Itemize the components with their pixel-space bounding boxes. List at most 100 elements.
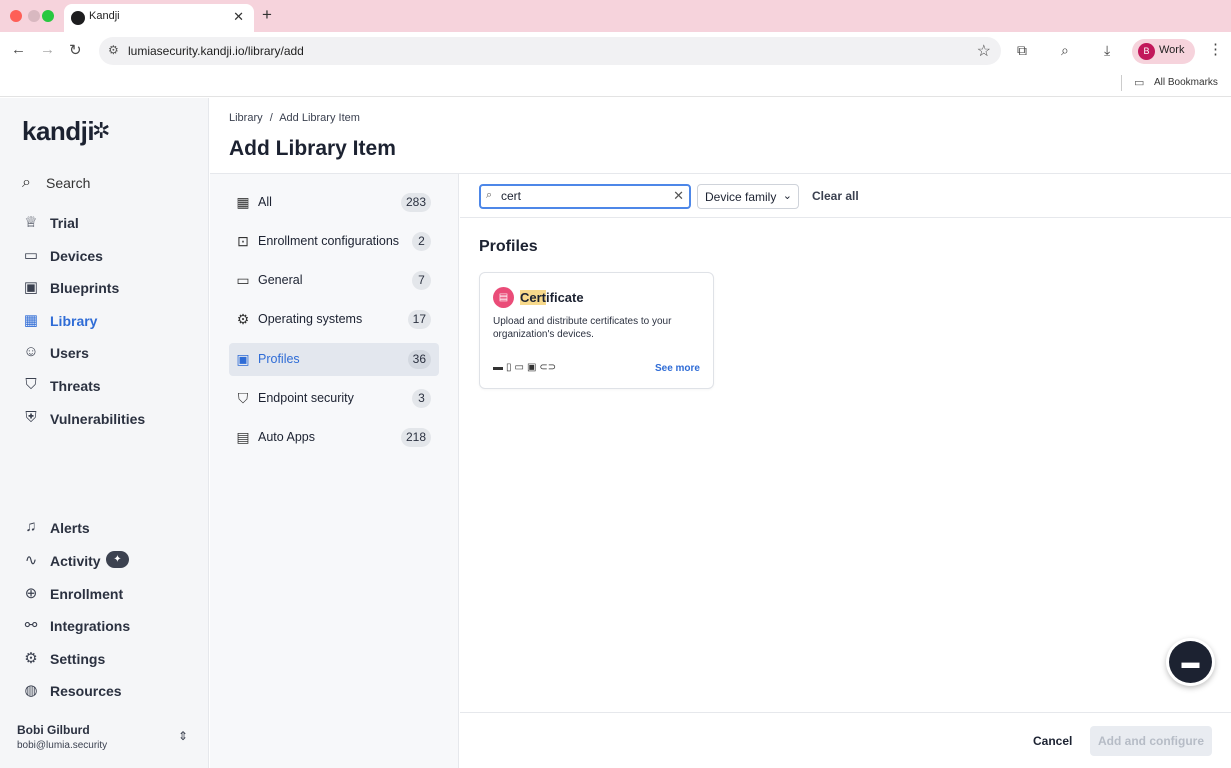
category-label: All [258,195,272,209]
sidebar-item-integrations[interactable]: ⚯ Integrations [22,616,202,638]
filter-bar: ⌕ ✕ Device family ⌄ Clear all [460,174,1231,218]
vision-icon: ⊂⊃ [539,362,557,373]
sidebar-item-enrollment[interactable]: ⊕ Enrollment [22,584,202,606]
sidebar-item-threats[interactable]: ⛉ Threats [22,376,202,398]
apps-icon: ▤ [236,429,250,445]
see-more-link[interactable]: See more [655,363,700,374]
category-auto-apps[interactable]: ▤ Auto Apps 218 [229,421,439,454]
sidebar-item-label: Trial [50,215,79,231]
kandji-logo[interactable]: kandji [22,116,95,147]
sidebar-search-label: Search [46,175,91,191]
sidebar-item-trial[interactable]: ♕ Trial [22,213,202,235]
forward-icon[interactable]: → [40,41,55,58]
search-icon: ⌕ [22,174,31,191]
chevron-down-icon: ⌄ [782,190,792,202]
category-enrollment-configurations[interactable]: ⊡ Enrollment configurations 2 [229,225,439,258]
device-family-label: Device family [705,190,777,204]
profile-avatar: B [1138,43,1155,60]
extensions-icon[interactable]: ⧉ [1017,42,1027,59]
category-profiles[interactable]: ▣ Profiles 36 [229,343,439,376]
sidebar-item-label: Users [50,345,89,361]
category-count: 7 [412,271,431,290]
user-name[interactable]: Bobi Gilburd [17,723,90,737]
sidebar-item-label: Devices [50,248,103,264]
device-family-icons: ▬ ▯ ▭ ▣ ⊂⊃ [493,362,559,373]
close-window-button[interactable] [10,10,22,22]
search-highlight: Cert [520,290,547,305]
tab-search-icon[interactable]: ⌕ [1061,42,1069,59]
cancel-button[interactable]: Cancel [1033,734,1072,748]
blueprint-icon: ▣ [23,279,39,296]
category-endpoint-security[interactable]: ⛉ Endpoint security 3 [229,382,439,415]
library-search-input[interactable] [501,189,666,203]
sidebar-item-settings[interactable]: ⚙ Settings [22,649,202,671]
maximize-window-button[interactable] [42,10,54,22]
category-all[interactable]: ▦ All 283 [229,186,439,219]
certificate-card[interactable]: ▤ Certificate Upload and distribute cert… [479,272,714,389]
chevron-updown-icon[interactable]: ⇕ [178,729,188,743]
profile-button[interactable]: B Work [1132,39,1195,64]
os-icon: ⚙ [236,311,250,327]
sidebar-item-vulnerabilities[interactable]: ⛨ Vulnerabilities [22,409,202,431]
page-title: Add Library Item [229,137,396,160]
breadcrumb-library-link[interactable]: Library [229,112,263,124]
site-settings-icon[interactable]: ⚙ [108,43,119,57]
minimize-window-button[interactable] [28,10,40,22]
sidebar-item-resources[interactable]: ◍ Resources [22,681,202,703]
category-count: 2 [412,232,431,251]
category-operating-systems[interactable]: ⚙ Operating systems 17 [229,303,439,336]
share-nodes-icon: ⚯ [24,617,38,634]
clear-search-icon[interactable]: ✕ [673,188,684,204]
address-url: lumiasecurity.kandji.io/library/add [128,44,304,58]
sidebar-item-library[interactable]: ▦ Library [22,311,202,333]
category-label: Enrollment configurations [258,234,400,248]
sidebar-item-label: Settings [50,651,106,667]
category-count: 17 [407,310,431,329]
enrollment-icon: ⊡ [237,233,249,249]
clear-all-button[interactable]: Clear all [812,189,859,203]
category-count: 36 [407,350,431,369]
category-general[interactable]: ▭ General 7 [229,264,439,297]
phone-icon: ▯ [506,362,512,373]
desktop-icon: ▬ [493,362,503,373]
sidebar-item-label: Enrollment [50,586,124,602]
browser-tab-strip: Kandji ✕ + [0,0,1231,32]
reload-icon[interactable]: ↻ [69,41,82,59]
gear-icon: ⚙ [24,650,38,667]
sidebar-item-alerts[interactable]: ♫ Alerts [22,518,202,540]
bookmark-star-icon[interactable]: ☆ [977,41,991,61]
all-bookmarks-link[interactable]: All Bookmarks [1154,77,1218,88]
browser-menu-icon[interactable]: ⋮ [1208,40,1223,58]
browser-tab[interactable]: Kandji ✕ [64,4,254,32]
activity-icon: ∿ [24,552,38,569]
category-count: 283 [400,193,431,212]
sidebar-item-activity[interactable]: ∿ Activity ✦ [22,551,202,573]
chat-icon[interactable]: ▬ [1166,638,1215,686]
new-tab-icon[interactable]: + [262,5,272,25]
close-tab-icon[interactable]: ✕ [233,9,244,25]
tab-title: Kandji [89,10,120,22]
address-bar[interactable]: ⚙ lumiasecurity.kandji.io/library/add ☆ [99,37,1001,65]
footer-divider [460,712,1231,713]
category-count: 3 [412,389,431,408]
back-icon[interactable]: ← [11,41,26,58]
shield-icon: ⛉ [25,376,37,393]
device-family-dropdown[interactable]: Device family ⌄ [697,184,799,209]
results-section-title: Profiles [479,238,538,255]
tablet-icon: ▭ [514,362,524,373]
sidebar-item-label: Vulnerabilities [50,411,146,427]
library-search[interactable]: ⌕ ✕ [479,184,691,209]
search-icon: ⌕ [486,189,493,201]
sidebar-item-devices[interactable]: ▭ Devices [22,246,202,268]
profile-folder-icon: ▣ [236,351,250,367]
sidebar-item-blueprints[interactable]: ▣ Blueprints [22,278,202,300]
sidebar-item-users[interactable]: ☺ Users [22,343,202,365]
trophy-icon: ♕ [24,214,38,231]
sidebar-item-label: Blueprints [50,280,120,296]
add-and-configure-button[interactable]: Add and configure [1090,726,1212,756]
sidebar-item-label: Integrations [50,618,131,634]
download-icon[interactable]: ⤓ [1104,42,1110,59]
chart-icon: ◍ [24,682,38,699]
bookmarks-bar: ▭ All Bookmarks [0,70,1231,97]
folder-icon: ▭ [236,272,250,288]
